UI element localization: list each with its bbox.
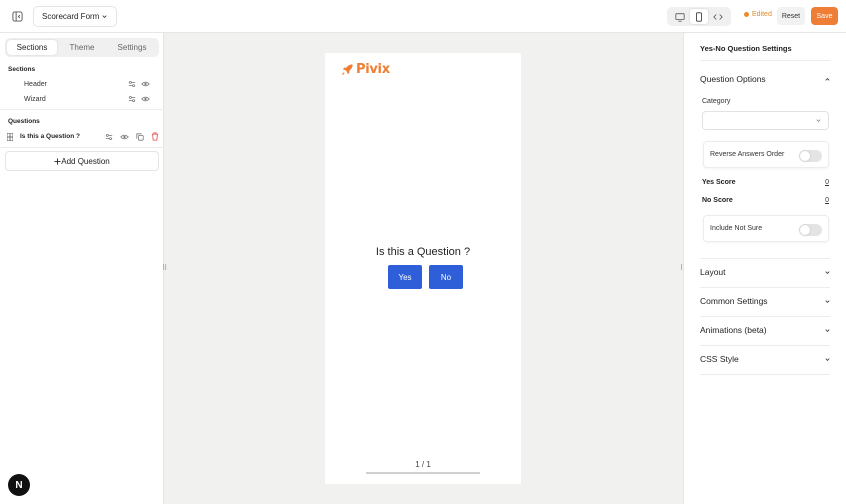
category-label: Category [702,98,731,105]
save-button[interactable]: Save [811,7,838,25]
mobile-view-button[interactable] [689,9,708,24]
accordion-label: Layout [700,267,726,277]
yes-score-value[interactable]: 0 [825,179,829,186]
drag-handle-icon[interactable] [7,133,13,141]
layout-accordion[interactable]: Layout [700,266,831,278]
add-question-button[interactable]: Add Question [5,151,159,171]
yes-score-label: Yes Score [702,179,736,186]
yes-answer-button[interactable]: Yes [388,265,422,289]
no-score-value[interactable]: 0 [825,197,829,204]
eye-icon[interactable] [120,133,129,141]
brand-logo: Pivix [341,62,390,77]
divider [700,60,830,61]
no-answer-button[interactable]: No [429,265,463,289]
eye-icon[interactable] [141,80,150,88]
toggle-knob [800,151,810,161]
include-not-sure-toggle[interactable] [799,224,822,236]
form-preview: Pivix Is this a Question ? Yes No 1 / 1 [325,53,521,484]
accordion-label: CSS Style [700,354,739,364]
settings-sliders-icon[interactable] [105,133,113,141]
rocket-icon [341,64,353,76]
accordion-label: Animations (beta) [700,325,767,335]
logo-text: Pivix [356,62,390,77]
code-icon [713,13,724,20]
section-item-wizard[interactable]: Wizard [0,92,164,106]
sidebar-toggle-button[interactable] [7,7,27,26]
chevron-up-icon [825,77,830,81]
animations-accordion[interactable]: Animations (beta) [700,324,831,336]
code-view-button[interactable] [709,9,727,24]
edited-status: Edited [744,11,772,18]
yes-score-row: Yes Score 0 [702,179,829,189]
question-item[interactable]: Is this a Question ? [0,129,164,145]
divider [0,147,164,148]
chevron-down-icon [825,299,830,303]
section-item-label: Wizard [24,95,46,103]
divider [700,316,830,317]
phone-icon [696,11,702,22]
chevron-down-icon [816,119,821,122]
status-dot [744,12,749,17]
desktop-view-button[interactable] [671,9,689,24]
left-tabs: Sections Theme Settings [5,38,159,57]
answer-buttons: Yes No [388,265,463,289]
chevron-down-icon [102,15,107,18]
form-title: Scorecard Form [42,12,100,21]
reverse-answers-toggle[interactable] [799,150,822,162]
page-counter: 1 / 1 [415,460,431,469]
chevron-down-icon [825,328,830,332]
reverse-answers-card: Reverse Answers Order [703,141,829,168]
divider [700,374,830,375]
edited-label: Edited [752,11,772,18]
tab-sections[interactable]: Sections [7,40,57,55]
progress-fill [366,472,480,474]
css-style-accordion[interactable]: CSS Style [700,353,831,365]
top-bar: Scorecard Form Edited Reset Save [0,0,846,33]
right-panel: Yes-No Question Settings Question Option… [683,33,846,504]
add-question-label: Add Question [61,156,110,166]
question-title: Is this a Question ? [375,246,471,258]
progress-bar [366,472,480,474]
form-title-dropdown[interactable]: Scorecard Form [33,6,118,27]
settings-sliders-icon[interactable] [128,80,136,88]
settings-sliders-icon[interactable] [128,95,136,103]
include-not-sure-card: Include Not Sure [703,215,829,242]
tab-theme[interactable]: Theme [57,40,107,55]
copy-icon[interactable] [136,132,144,141]
chevron-down-icon [825,357,830,361]
sections-heading: Sections [8,66,36,73]
left-resize-handle[interactable]: ⠿ [162,264,167,272]
reverse-answers-label: Reverse Answers Order [710,151,785,158]
questions-heading: Questions [8,118,40,125]
common-settings-accordion[interactable]: Common Settings [700,295,831,307]
eye-icon[interactable] [141,95,150,103]
section-item-label: Header [24,80,47,88]
left-panel: Sections Theme Settings Sections Header … [0,33,164,504]
no-score-label: No Score [702,197,733,204]
chevron-down-icon [825,270,830,274]
category-select[interactable] [702,111,829,130]
no-score-row: No Score 0 [702,197,829,207]
reset-button[interactable]: Reset [777,7,805,25]
panel-collapse-icon [11,11,23,22]
next-badge-icon[interactable]: N [8,474,30,496]
divider [700,287,830,288]
tab-settings[interactable]: Settings [107,40,157,55]
accordion-label: Common Settings [700,296,768,306]
section-item-header[interactable]: Header [0,77,164,91]
device-switcher [667,7,731,26]
question-item-label: Is this a Question ? [20,133,80,140]
toggle-knob [800,225,810,235]
include-not-sure-label: Include Not Sure [710,225,763,232]
monitor-icon [675,12,685,22]
settings-title: Yes-No Question Settings [700,44,792,53]
accordion-label: Question Options [700,74,766,84]
question-options-accordion[interactable]: Question Options [700,73,831,85]
divider [700,345,830,346]
trash-icon[interactable] [151,132,159,141]
divider [700,258,830,259]
plus-icon [54,157,61,165]
divider [0,109,164,110]
